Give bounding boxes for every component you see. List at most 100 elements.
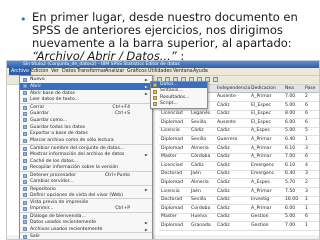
table-cell[interactable]: 1 [305,136,308,144]
table-cell[interactable]: Cádiz [217,205,230,213]
table-cell[interactable]: 2 [305,179,308,187]
table-cell[interactable]: 3 [305,170,308,178]
table-cell[interactable]: Master [161,213,177,221]
menu-archivo[interactable]: Archivo [9,68,31,75]
table-cell[interactable]: Emergenc [251,170,274,178]
table-cell[interactable]: 5.00 [285,102,295,110]
table-cell[interactable]: 6 [305,119,308,127]
table-cell[interactable]: 5.70 [285,179,295,187]
menu-transformar[interactable]: Transformar [77,68,106,75]
table-cell[interactable]: Diplomad [161,136,183,144]
table-cell[interactable]: 2 [305,93,308,101]
find-icon[interactable] [213,77,218,82]
table-cell[interactable]: Almería [191,179,209,187]
table-cell[interactable]: 6.00 [285,205,295,213]
table-cell[interactable]: 7.50 [285,188,295,196]
table-cell[interactable]: El_Espec [251,110,271,118]
table-cell[interactable]: A_Espec [251,179,270,187]
table-cell[interactable]: Diplomad [161,119,183,127]
menu-utilidades[interactable]: Utilidades [148,68,172,75]
table-cell[interactable]: A_Primar [251,93,271,101]
table-cell[interactable]: 16.00 [285,196,298,204]
table-cell[interactable]: Licencia [161,188,180,196]
table-cell[interactable]: A_Primar [251,136,271,144]
table-cell[interactable]: 3 [305,145,308,153]
table-cell[interactable]: Cádiz [217,162,230,170]
table-cell[interactable]: 3 [305,188,308,196]
table-cell[interactable]: 1 [305,222,308,230]
table-cell[interactable]: 7.00 [285,222,295,230]
table-cell[interactable]: Cádiz [191,162,204,170]
table-cell[interactable]: Gestion [251,222,269,230]
menu-ver[interactable]: Ver [51,68,59,75]
table-cell[interactable]: 6.40 [285,170,295,178]
table-cell[interactable]: 5.00 [285,213,295,221]
table-cell[interactable]: El_Espec [251,102,271,110]
table-cell[interactable]: Investig [251,196,269,204]
table-cell[interactable]: A_Primar [251,145,271,153]
table-cell[interactable]: Diplomad [161,179,183,187]
table-cell[interactable]: Licenciad [161,110,183,118]
table-cell[interactable]: 6 [305,102,308,110]
table-cell[interactable]: Diplomad [161,145,183,153]
table-cell[interactable]: Huelva [191,213,207,221]
grid-col-header[interactable]: Independencia [217,85,250,92]
table-cell[interactable]: Cádiz [217,196,230,204]
table-cell[interactable]: Cádiz [217,102,230,110]
table-cell[interactable]: 8.00 [285,110,295,118]
table-cell[interactable]: A_Primar [251,153,271,161]
table-cell[interactable]: Córdoba [191,153,210,161]
table-cell[interactable]: Almeria [191,145,209,153]
menu-datos[interactable]: Datos [62,68,76,75]
grid-col-header[interactable]: Pase [305,85,315,92]
table-cell[interactable]: 6.10 [285,145,295,153]
table-cell[interactable]: Cádiz [217,153,230,161]
table-cell[interactable]: 4 [305,162,308,170]
table-cell[interactable]: 6.00 [285,119,295,127]
table-cell[interactable]: 6.10 [285,162,295,170]
table-cell[interactable]: Cádiz [217,127,230,135]
table-cell[interactable]: 1 [305,196,308,204]
table-cell[interactable]: Diplomad [161,222,183,230]
table-cell[interactable]: Cádiz [191,127,204,135]
menu-analizar[interactable]: Analizar [105,68,124,75]
menu-graficos[interactable]: Gráficos [127,68,147,75]
table-cell[interactable]: Emergenc [251,162,274,170]
table-cell[interactable]: Cádiz [217,145,230,153]
table-cell[interactable]: Doctorad [161,170,182,178]
table-cell[interactable]: Cádiz [217,170,230,178]
table-cell[interactable]: El_Espec [251,119,271,127]
table-cell[interactable]: 6 [305,153,308,161]
table-cell[interactable]: Licenciad [161,162,183,170]
table-cell[interactable]: 6.40 [285,136,295,144]
table-cell[interactable]: Cordoba [191,205,210,213]
table-cell[interactable]: 6 [305,213,308,221]
table-cell[interactable]: Sevilla [191,119,206,127]
table-cell[interactable]: Jaén [191,170,201,178]
table-cell[interactable]: Licencia [161,127,180,135]
menu-edicion[interactable]: Edición [31,68,48,75]
table-cell[interactable]: 1 [305,205,308,213]
table-cell[interactable]: Ausente [217,119,236,127]
menu-ayuda[interactable]: Ayuda [193,68,208,75]
table-cell[interactable]: Guerrero [217,136,237,144]
table-cell[interactable]: Doctorad [161,196,182,204]
table-cell[interactable]: Gestion [251,213,269,221]
table-cell[interactable]: Granada [191,222,211,230]
table-cell[interactable]: 7.00 [285,93,295,101]
table-cell[interactable]: 7.00 [285,153,295,161]
table-cell[interactable]: A_Primar [251,205,271,213]
table-cell[interactable]: Cádiz [217,179,230,187]
table-cell[interactable]: 5 [305,127,308,135]
table-cell[interactable]: A_Espec [251,127,270,135]
table-cell[interactable]: Cádiz [217,110,230,118]
table-cell[interactable]: Master [161,153,177,161]
table-cell[interactable]: Jaén [191,188,201,196]
grid-col-header[interactable]: Dedicacion [251,85,276,92]
table-cell[interactable]: Cádiz [217,222,230,230]
table-cell[interactable]: Leganés [191,110,210,118]
menu-ventana[interactable]: Ventana [173,68,193,75]
table-cell[interactable]: Cádiz [217,188,230,196]
table-cell[interactable]: Ausente [217,93,236,101]
table-cell[interactable]: 5.00 [285,127,295,135]
